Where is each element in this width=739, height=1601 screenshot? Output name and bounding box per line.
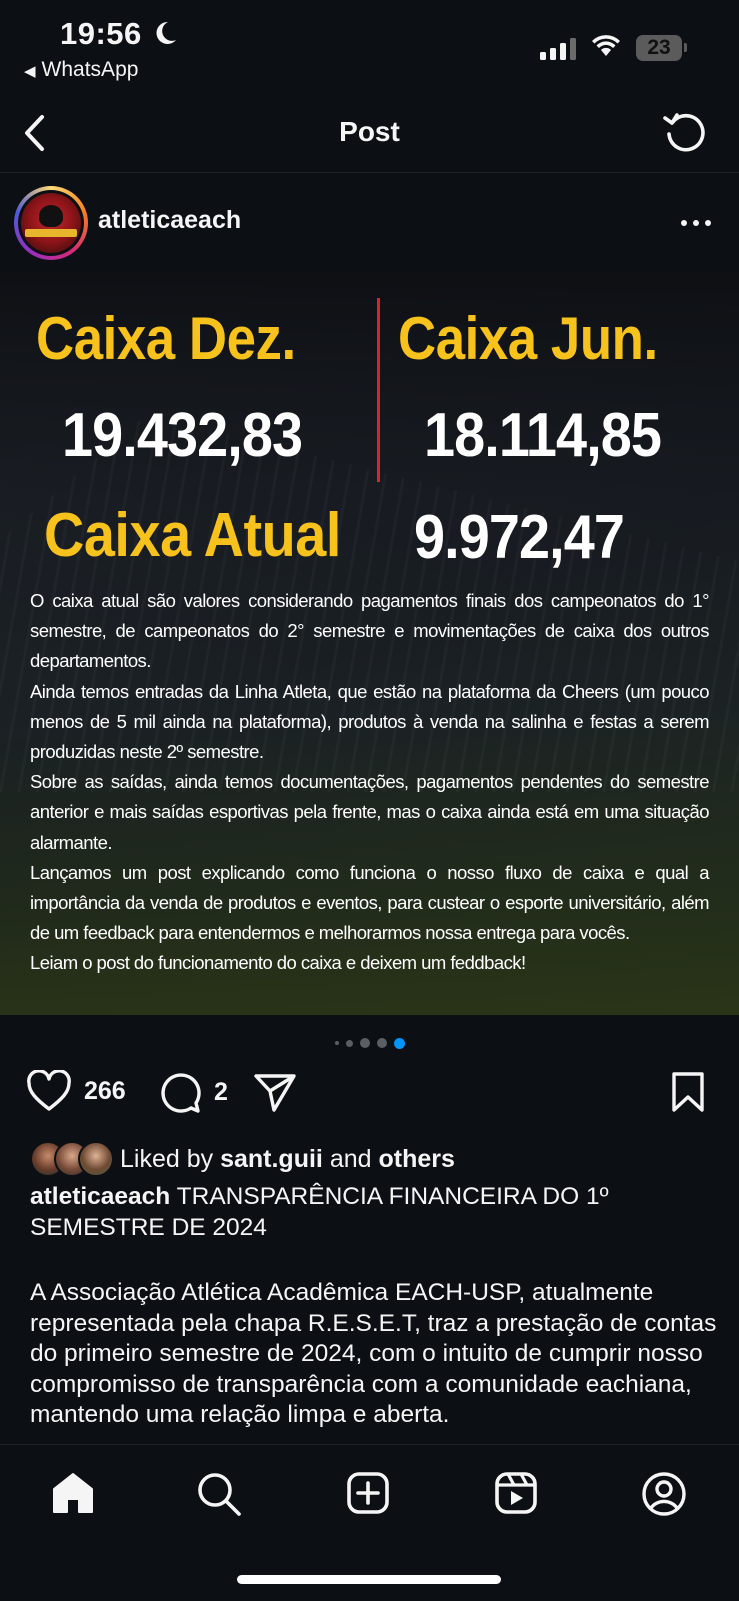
post-header: atleticaeach <box>0 176 739 272</box>
comments-count[interactable]: 2 <box>214 1078 228 1107</box>
image-paragraph: Lançamos um post explicando como funcion… <box>30 861 710 944</box>
image-paragraph: Sobre as saídas, ainda temos documentaçõ… <box>30 771 710 853</box>
status-bar: 19:56 ◀ WhatsApp 23 <box>0 0 739 90</box>
post-actions: 266 2 <box>0 1070 739 1134</box>
avatar[interactable] <box>14 186 88 260</box>
image-paragraph: Ainda temos entradas da Linha Atleta, qu… <box>30 680 710 763</box>
refresh-icon[interactable] <box>660 106 710 156</box>
caixa-atual-label: Caixa Atual <box>44 501 341 570</box>
post-caption: atleticaeach TRANSPARÊNCIA FINANCEIRA DO… <box>30 1181 720 1243</box>
carousel-dot <box>359 1038 370 1048</box>
home-indicator[interactable] <box>237 1575 501 1584</box>
like-group: 266 <box>26 1070 126 1112</box>
caixa-jun-value: 18.114,85 <box>424 401 662 470</box>
liker-avatar <box>78 1141 114 1177</box>
reels-icon[interactable] <box>494 1471 538 1515</box>
carousel-dot-active <box>393 1037 405 1049</box>
caixa-dez-value: 19.432,83 <box>62 401 303 470</box>
caixa-atual-value: 9.972,47 <box>414 503 625 572</box>
carousel-dot <box>376 1038 387 1048</box>
red-divider <box>377 298 380 482</box>
battery-nub <box>684 43 687 52</box>
more-options-icon[interactable] <box>680 216 714 230</box>
carousel-dots <box>0 1033 739 1053</box>
likes-count[interactable]: 266 <box>84 1077 126 1106</box>
comment-group: 2 <box>158 1070 228 1114</box>
page-title: Post <box>339 116 400 147</box>
back-to-app-link[interactable]: ◀ WhatsApp <box>24 58 138 82</box>
back-triangle-icon: ◀ <box>24 63 36 80</box>
caixa-dez-label: Caixa Dez. <box>36 305 296 372</box>
status-time: 19:56 <box>60 16 142 51</box>
new-post-icon[interactable] <box>346 1471 390 1515</box>
comment-icon[interactable] <box>158 1070 202 1114</box>
post-image[interactable]: Caixa Dez. Caixa Jun. 19.432,83 18.114,8… <box>0 272 739 1015</box>
search-icon[interactable] <box>196 1471 242 1517</box>
battery-icon: 23 <box>636 35 682 61</box>
avatar-logo <box>21 193 81 253</box>
moon-icon <box>156 21 176 44</box>
carousel-dot <box>345 1039 353 1047</box>
liked-by-text: Liked by sant.guii and others <box>120 1144 455 1173</box>
post-username[interactable]: atleticaeach <box>98 206 241 235</box>
caixa-jun-label: Caixa Jun. <box>398 305 658 372</box>
liker-avatars <box>30 1141 114 1177</box>
image-paragraph: O caixa atual são valores considerando p… <box>30 590 710 672</box>
wifi-icon <box>592 35 620 56</box>
bull-logo-icon <box>39 205 63 227</box>
liked-by-others[interactable]: others <box>379 1145 455 1173</box>
liked-by[interactable]: Liked by sant.guii and others <box>30 1140 455 1178</box>
caption-username[interactable]: atleticaeach <box>30 1183 170 1210</box>
liker-username[interactable]: sant.guii <box>220 1145 323 1173</box>
home-icon[interactable] <box>50 1471 96 1515</box>
caption-body: A Associação Atlética Acadêmica EACH-USP… <box>30 1279 717 1428</box>
top-header: Post <box>0 96 739 173</box>
carousel-dot <box>334 1041 339 1045</box>
image-paragraph: Leiam o post do funcionamento do caixa e… <box>30 952 526 974</box>
profile-icon[interactable] <box>641 1471 687 1517</box>
heart-icon[interactable] <box>26 1070 72 1112</box>
image-text-block: O caixa atual são valores considerando p… <box>30 586 710 979</box>
bookmark-icon[interactable] <box>670 1070 706 1114</box>
share-icon[interactable] <box>252 1070 298 1114</box>
signal-icon <box>540 38 576 60</box>
